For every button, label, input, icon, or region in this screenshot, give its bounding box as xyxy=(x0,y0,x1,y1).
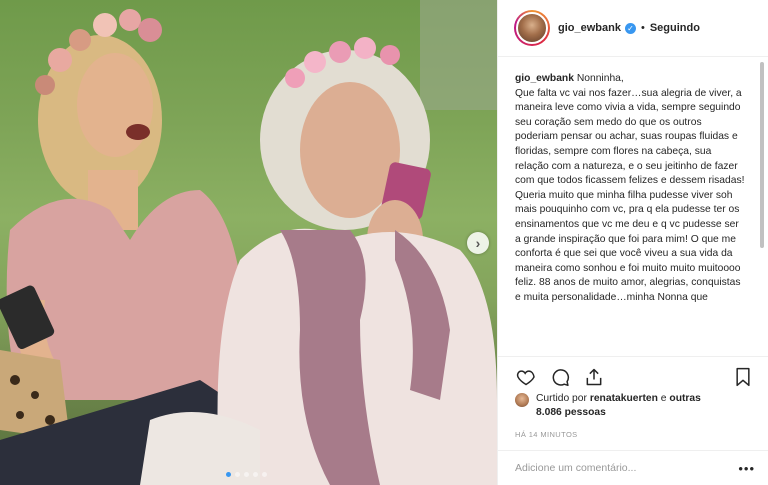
carousel-dots xyxy=(226,472,267,477)
post-photo[interactable]: › xyxy=(0,0,497,485)
carousel-dot xyxy=(235,472,240,477)
follow-status-button[interactable]: Seguindo xyxy=(650,22,700,34)
carousel-dot xyxy=(226,472,231,477)
photo-illustration xyxy=(0,0,497,485)
author-username[interactable]: gio_ewbank xyxy=(558,22,621,34)
post-header: gio_ewbank ✓ • Seguindo xyxy=(498,0,768,57)
comment-bar: ••• xyxy=(498,450,768,485)
carousel-dot xyxy=(262,472,267,477)
post-sidebar: gio_ewbank ✓ • Seguindo gio_ewbank Nonni… xyxy=(497,0,768,485)
heart-icon[interactable] xyxy=(514,365,538,389)
likes-summary: Curtido por renatakuerten e outras 8.086… xyxy=(515,392,726,420)
header-separator: • xyxy=(640,22,645,34)
caption-scrollbar[interactable] xyxy=(759,60,765,356)
caption-text: Nonninha, Que falta vc vai nos fazer…sua… xyxy=(515,73,745,303)
carousel-dot xyxy=(244,472,249,477)
scrollbar-thumb[interactable] xyxy=(760,62,764,248)
more-options-icon[interactable]: ••• xyxy=(738,461,755,476)
post-timestamp[interactable]: HÁ 14 MINUTOS xyxy=(515,430,578,439)
liker-avatar[interactable] xyxy=(515,393,529,407)
bookmark-icon[interactable] xyxy=(731,365,755,389)
likes-connector: e xyxy=(660,393,667,404)
carousel-next-button[interactable]: › xyxy=(467,232,489,254)
caption-username[interactable]: gio_ewbank xyxy=(515,73,574,84)
avatar[interactable] xyxy=(516,12,548,44)
action-bar xyxy=(498,356,768,397)
post-caption: gio_ewbank Nonninha, Que falta vc vai no… xyxy=(515,72,747,356)
likes-prefix: Curtido por xyxy=(536,393,587,404)
verified-badge-icon: ✓ xyxy=(624,22,636,34)
share-icon[interactable] xyxy=(582,365,606,389)
comment-input[interactable] xyxy=(515,462,730,474)
comment-icon[interactable] xyxy=(548,365,572,389)
story-ring[interactable] xyxy=(514,10,550,46)
carousel-dot xyxy=(253,472,258,477)
first-liker-link[interactable]: renatakuerten xyxy=(590,393,658,404)
